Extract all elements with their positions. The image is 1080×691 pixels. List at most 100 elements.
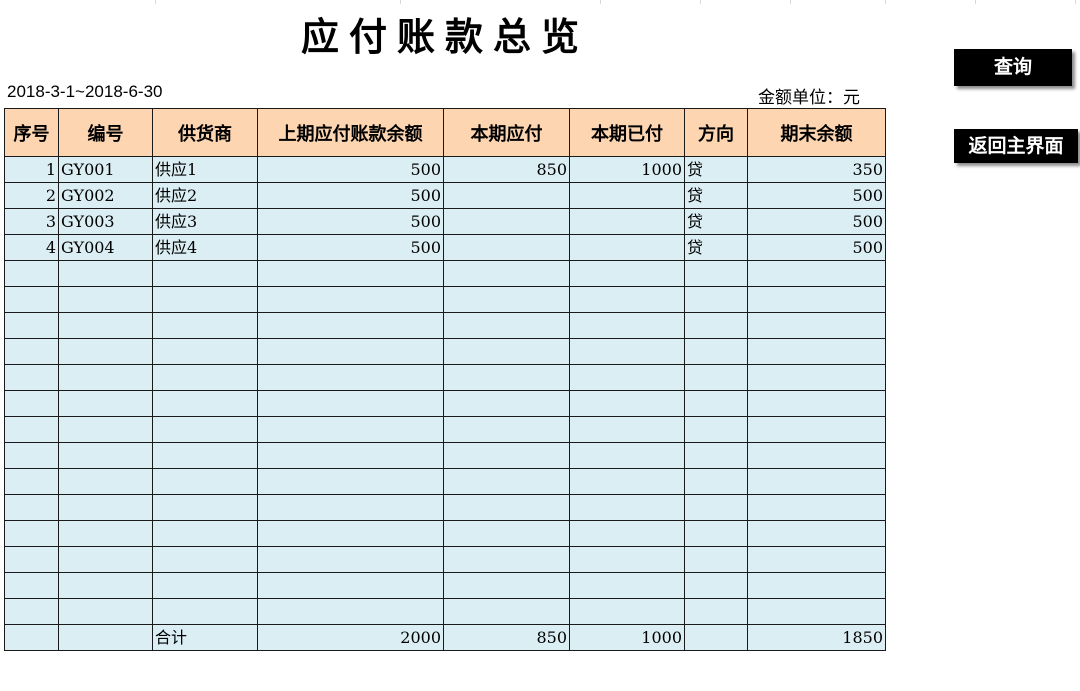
cell-index[interactable] xyxy=(4,312,59,339)
cell-current-paid[interactable] xyxy=(569,312,685,339)
cell-code[interactable] xyxy=(58,572,153,599)
cell-code[interactable] xyxy=(58,520,153,547)
cell-prev-balance[interactable] xyxy=(257,286,444,313)
cell-ending-balance[interactable] xyxy=(747,390,886,417)
cell-supplier[interactable] xyxy=(152,442,258,469)
cell-supplier[interactable] xyxy=(152,312,258,339)
cell-ending-balance[interactable]: 350 xyxy=(747,156,886,183)
cell-current-payable[interactable] xyxy=(443,208,570,235)
cell-prev-balance[interactable] xyxy=(257,468,444,495)
cell-code[interactable] xyxy=(58,338,153,365)
cell-supplier[interactable]: 供应3 xyxy=(152,208,258,235)
cell-code[interactable] xyxy=(58,624,153,651)
cell-index[interactable] xyxy=(4,260,59,287)
cell-current-payable[interactable] xyxy=(443,312,570,339)
cell-code[interactable] xyxy=(58,442,153,469)
cell-ending-balance[interactable] xyxy=(747,416,886,443)
cell-supplier[interactable]: 供应1 xyxy=(152,156,258,183)
cell-prev-balance[interactable] xyxy=(257,442,444,469)
cell-code[interactable] xyxy=(58,390,153,417)
cell-direction[interactable] xyxy=(684,390,748,417)
cell-direction[interactable] xyxy=(684,338,748,365)
cell-code[interactable] xyxy=(58,286,153,313)
cell-ending-balance[interactable]: 500 xyxy=(747,208,886,235)
cell-prev-balance[interactable] xyxy=(257,520,444,547)
cell-current-payable[interactable] xyxy=(443,416,570,443)
cell-prev-balance[interactable] xyxy=(257,598,444,625)
cell-direction[interactable]: 贷 xyxy=(684,156,748,183)
cell-index[interactable]: 1 xyxy=(4,156,59,183)
cell-code[interactable]: GY002 xyxy=(58,182,153,209)
cell-current-paid[interactable] xyxy=(569,442,685,469)
cell-supplier[interactable] xyxy=(152,338,258,365)
cell-index[interactable]: 4 xyxy=(4,234,59,261)
cell-direction[interactable] xyxy=(684,520,748,547)
cell-supplier[interactable] xyxy=(152,416,258,443)
cell-direction[interactable] xyxy=(684,468,748,495)
cell-current-paid[interactable] xyxy=(569,468,685,495)
cell-prev-balance[interactable]: 2000 xyxy=(257,624,444,651)
cell-current-payable[interactable] xyxy=(443,364,570,391)
cell-index[interactable] xyxy=(4,624,59,651)
cell-current-payable[interactable] xyxy=(443,260,570,287)
cell-supplier[interactable] xyxy=(152,260,258,287)
cell-index[interactable] xyxy=(4,390,59,417)
cell-direction[interactable] xyxy=(684,494,748,521)
cell-supplier[interactable] xyxy=(152,364,258,391)
cell-supplier[interactable] xyxy=(152,494,258,521)
cell-code[interactable]: GY003 xyxy=(58,208,153,235)
cell-direction[interactable] xyxy=(684,598,748,625)
cell-supplier[interactable] xyxy=(152,546,258,573)
cell-index[interactable]: 3 xyxy=(4,208,59,235)
cell-current-paid[interactable] xyxy=(569,234,685,261)
cell-prev-balance[interactable] xyxy=(257,390,444,417)
cell-ending-balance[interactable] xyxy=(747,312,886,339)
cell-ending-balance[interactable] xyxy=(747,442,886,469)
cell-code[interactable]: GY004 xyxy=(58,234,153,261)
cell-index[interactable] xyxy=(4,442,59,469)
cell-direction[interactable] xyxy=(684,260,748,287)
cell-supplier[interactable] xyxy=(152,468,258,495)
cell-current-paid[interactable]: 1000 xyxy=(569,156,685,183)
cell-prev-balance[interactable] xyxy=(257,260,444,287)
cell-direction[interactable] xyxy=(684,546,748,573)
cell-current-paid[interactable] xyxy=(569,494,685,521)
cell-current-payable[interactable] xyxy=(443,442,570,469)
cell-ending-balance[interactable] xyxy=(747,338,886,365)
cell-code[interactable] xyxy=(58,598,153,625)
cell-prev-balance[interactable] xyxy=(257,546,444,573)
cell-ending-balance[interactable]: 1850 xyxy=(747,624,886,651)
cell-code[interactable] xyxy=(58,416,153,443)
cell-supplier[interactable]: 合计 xyxy=(152,624,258,651)
cell-current-paid[interactable] xyxy=(569,546,685,573)
cell-direction[interactable] xyxy=(684,624,748,651)
cell-supplier[interactable] xyxy=(152,286,258,313)
cell-current-payable[interactable] xyxy=(443,390,570,417)
cell-direction[interactable]: 贷 xyxy=(684,234,748,261)
cell-index[interactable] xyxy=(4,546,59,573)
cell-current-paid[interactable] xyxy=(569,260,685,287)
cell-code[interactable] xyxy=(58,468,153,495)
cell-ending-balance[interactable] xyxy=(747,468,886,495)
cell-ending-balance[interactable] xyxy=(747,494,886,521)
cell-prev-balance[interactable] xyxy=(257,572,444,599)
cell-prev-balance[interactable]: 500 xyxy=(257,208,444,235)
cell-ending-balance[interactable]: 500 xyxy=(747,182,886,209)
cell-current-payable[interactable] xyxy=(443,494,570,521)
cell-current-paid[interactable] xyxy=(569,572,685,599)
cell-ending-balance[interactable] xyxy=(747,364,886,391)
cell-current-paid[interactable] xyxy=(569,390,685,417)
cell-ending-balance[interactable] xyxy=(747,286,886,313)
cell-prev-balance[interactable]: 500 xyxy=(257,234,444,261)
cell-current-paid[interactable] xyxy=(569,182,685,209)
cell-code[interactable] xyxy=(58,260,153,287)
cell-prev-balance[interactable] xyxy=(257,494,444,521)
query-button[interactable]: 查询 xyxy=(954,49,1072,86)
cell-current-paid[interactable]: 1000 xyxy=(569,624,685,651)
cell-index[interactable] xyxy=(4,286,59,313)
cell-index[interactable] xyxy=(4,598,59,625)
cell-current-payable[interactable] xyxy=(443,598,570,625)
cell-current-paid[interactable] xyxy=(569,598,685,625)
cell-ending-balance[interactable] xyxy=(747,546,886,573)
cell-index[interactable] xyxy=(4,494,59,521)
